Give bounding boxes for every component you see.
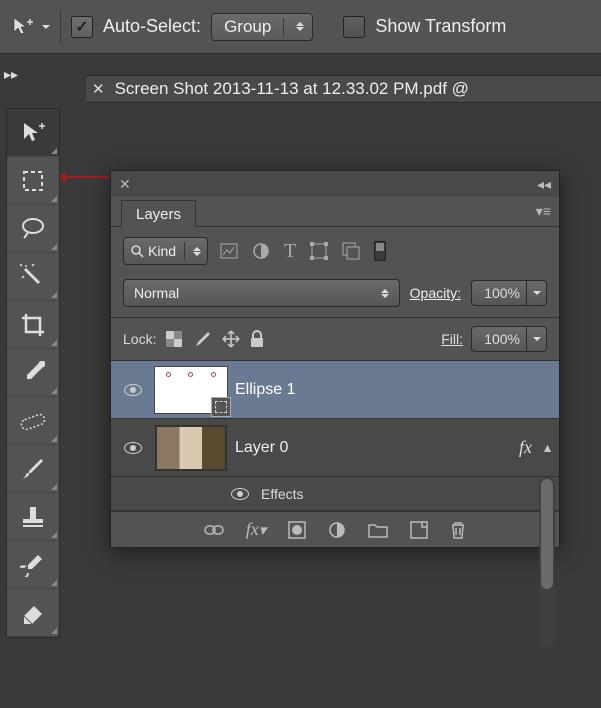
blend-mode-value: Normal (134, 285, 179, 301)
auto-select-dropdown[interactable]: Group (211, 13, 313, 41)
eyedropper-icon (21, 361, 45, 385)
lock-label: Lock: (123, 331, 156, 347)
document-tab-bar: ✕ Screen Shot 2013-11-13 at 12.33.02 PM.… (86, 75, 601, 103)
stamp-icon (21, 505, 45, 529)
auto-select-value: Group (224, 17, 271, 37)
opacity-slider-arrow[interactable] (527, 280, 547, 306)
close-document-button[interactable]: ✕ (92, 80, 105, 98)
filter-adjustment-icon[interactable] (252, 242, 270, 260)
filter-kind-label: Kind (148, 243, 176, 259)
layers-list: Ellipse 1 Layer 0 fx ▴ Effects (111, 361, 559, 511)
fill-slider-arrow[interactable] (527, 326, 547, 352)
effects-row[interactable]: Effects (111, 477, 559, 511)
eyedropper-tool[interactable] (7, 349, 59, 397)
layer-name[interactable]: Layer 0 (235, 439, 288, 457)
crop-icon (20, 312, 46, 338)
marquee-tool[interactable] (7, 157, 59, 205)
show-transform-checkbox[interactable] (343, 16, 365, 38)
scrollbar-thumb[interactable] (541, 479, 553, 589)
panel-collapse-button[interactable]: ◂◂ (537, 176, 551, 193)
layers-panel: ✕ ◂◂ Layers ▾≡ Kind T Normal Opacity: (110, 170, 560, 548)
lock-all-icon[interactable] (250, 330, 264, 348)
filter-pixel-icon[interactable] (220, 243, 238, 259)
bandaid-icon (19, 409, 47, 433)
crop-tool[interactable] (7, 301, 59, 349)
visibility-toggle[interactable] (124, 442, 142, 454)
opacity-input[interactable]: 100% (471, 280, 527, 306)
divider (60, 10, 61, 44)
lock-transparency-icon[interactable] (166, 331, 182, 347)
clone-stamp-tool[interactable] (7, 493, 59, 541)
delete-layer-icon[interactable] (450, 521, 466, 539)
filter-shape-icon[interactable] (310, 242, 328, 260)
layers-tab[interactable]: Layers (121, 200, 196, 227)
fill-label: Fill: (441, 331, 463, 347)
auto-select-checkbox[interactable]: ✓ (71, 16, 93, 38)
brush-tool[interactable] (7, 445, 59, 493)
fx-badge[interactable]: fx (519, 437, 532, 458)
new-layer-icon[interactable] (410, 521, 428, 539)
magic-wand-tool[interactable] (7, 253, 59, 301)
history-brush-icon (20, 553, 46, 577)
search-icon (130, 244, 144, 258)
active-tool-indicator (8, 13, 36, 41)
layer-filter-row: Kind T (111, 227, 559, 275)
layer-thumbnail[interactable] (155, 425, 227, 471)
move-icon (21, 121, 45, 145)
layers-scrollbar[interactable] (539, 477, 555, 647)
filter-smart-icon[interactable] (342, 242, 360, 260)
opacity-label: Opacity: (410, 285, 461, 301)
document-title[interactable]: Screen Shot 2013-11-13 at 12.33.02 PM.pd… (115, 79, 469, 99)
lock-position-icon[interactable] (222, 330, 240, 348)
options-bar: ✓ Auto-Select: Group Show Transform (0, 0, 601, 54)
new-group-icon[interactable] (368, 522, 388, 538)
auto-select-label: Auto-Select: (103, 16, 201, 37)
healing-brush-tool[interactable] (7, 397, 59, 445)
panel-drag-handle[interactable]: ✕ ◂◂ (111, 171, 559, 197)
tool-preset-arrow-icon[interactable] (42, 25, 50, 29)
eraser-tool[interactable] (7, 589, 59, 637)
layer-mask-icon[interactable] (288, 521, 306, 539)
lasso-tool[interactable] (7, 205, 59, 253)
blend-mode-dropdown[interactable]: Normal (123, 279, 400, 307)
filter-type-icon[interactable]: T (284, 240, 296, 263)
blend-opacity-row: Normal Opacity: 100% (111, 275, 559, 318)
wand-icon (20, 264, 46, 290)
lock-fill-row: Lock: Fill: 100% (111, 318, 559, 361)
layer-style-icon[interactable]: fx▾ (246, 519, 267, 540)
lock-pixels-icon[interactable] (192, 330, 212, 348)
show-transform-label: Show Transform (375, 16, 506, 37)
layers-panel-bottom-bar: fx▾ (111, 511, 559, 547)
lasso-icon (20, 216, 46, 242)
panel-close-button[interactable]: ✕ (119, 176, 131, 193)
brush-icon (21, 457, 45, 481)
layer-name[interactable]: Ellipse 1 (235, 381, 295, 399)
toolbox (6, 108, 60, 638)
layer-row[interactable]: Ellipse 1 (111, 361, 559, 419)
panel-expand-icon[interactable]: ▸▸ (4, 66, 24, 84)
history-brush-tool[interactable] (7, 541, 59, 589)
vector-mask-badge[interactable] (211, 397, 231, 417)
effects-label: Effects (261, 486, 304, 502)
filter-kind-dropdown[interactable]: Kind (123, 237, 208, 265)
link-layers-icon[interactable] (204, 523, 224, 537)
move-cursor-icon (11, 16, 33, 38)
opacity-input-group: 100% (471, 280, 547, 306)
adjustment-layer-icon[interactable] (328, 521, 346, 539)
layer-row[interactable]: Layer 0 fx ▴ (111, 419, 559, 477)
fill-input[interactable]: 100% (471, 326, 527, 352)
visibility-toggle[interactable] (124, 384, 142, 396)
move-tool[interactable] (7, 109, 59, 157)
visibility-toggle[interactable] (231, 488, 249, 500)
filter-toggle[interactable] (374, 241, 386, 261)
eraser-icon (20, 602, 46, 624)
panel-menu-button[interactable]: ▾≡ (536, 203, 551, 220)
fill-input-group: 100% (471, 326, 547, 352)
marquee-icon (22, 170, 44, 192)
fx-expand-arrow[interactable]: ▴ (544, 439, 551, 456)
panel-tab-bar: Layers ▾≡ (111, 197, 559, 227)
